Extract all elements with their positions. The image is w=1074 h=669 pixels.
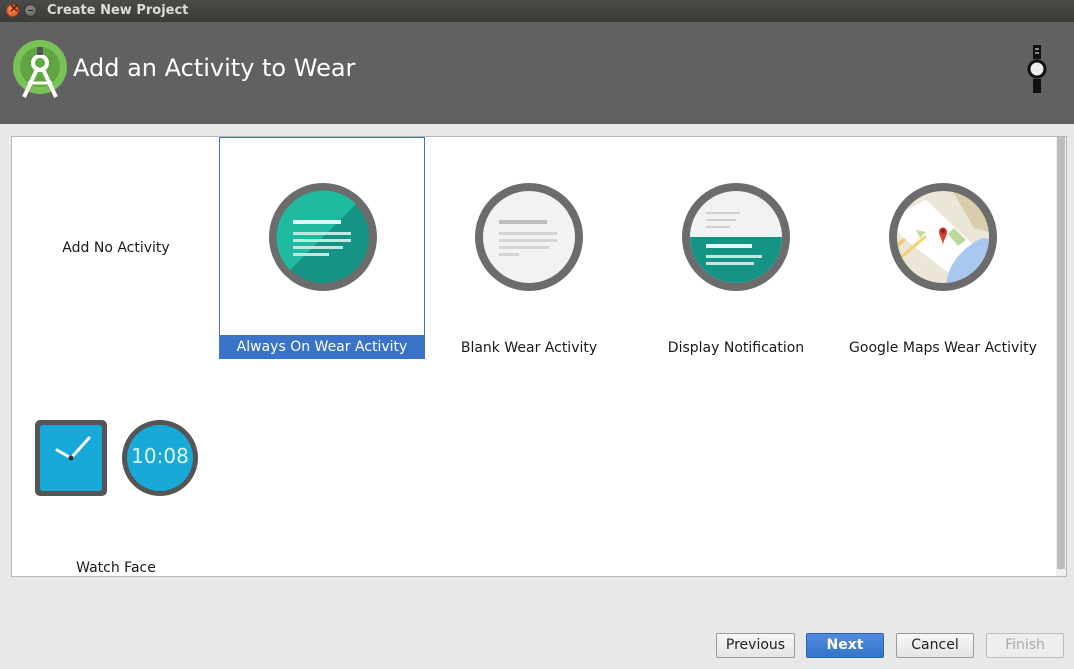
- window-close-button[interactable]: [6, 1, 19, 17]
- tile-label: Display Notification: [667, 340, 805, 356]
- page-title: Add an Activity to Wear: [73, 54, 356, 82]
- always-on-wear-thumbnail-icon: [269, 183, 377, 291]
- square-watch-face-icon: [35, 420, 107, 496]
- wear-watch-icon: [1027, 45, 1047, 93]
- tile-label: Add No Activity: [62, 240, 170, 256]
- tile-display-notification[interactable]: Display Notification: [633, 138, 839, 358]
- blank-wear-thumbnail-icon: [475, 183, 583, 291]
- tile-label: Watch Face: [76, 560, 156, 576]
- finish-button[interactable]: Finish: [986, 633, 1064, 658]
- scrollbar-thumb[interactable]: [1057, 137, 1065, 569]
- android-studio-logo-icon: [13, 40, 67, 98]
- google-maps-thumbnail-icon: [889, 183, 997, 291]
- wizard-header: Add an Activity to Wear: [0, 22, 1074, 124]
- tile-blank-wear-activity[interactable]: Blank Wear Activity: [426, 138, 632, 358]
- watch-face-time-text: 10:08: [131, 444, 189, 468]
- next-button[interactable]: Next: [806, 633, 884, 658]
- tile-add-no-activity[interactable]: Add No Activity: [13, 138, 219, 358]
- tile-watch-face[interactable]: 10:08 Watch Face: [13, 359, 219, 576]
- gallery-scrollbar[interactable]: [1056, 137, 1066, 576]
- cancel-button[interactable]: Cancel: [896, 633, 974, 658]
- tile-label: Google Maps Wear Activity: [849, 340, 1037, 356]
- tile-always-on-wear-activity[interactable]: Always On Wear Activity: [219, 137, 425, 359]
- window-title: Create New Project: [47, 3, 189, 18]
- tile-google-maps-wear-activity[interactable]: Google Maps Wear Activity: [840, 138, 1046, 358]
- window-title-bar: Create New Project: [0, 0, 1074, 22]
- previous-button[interactable]: Previous: [716, 633, 795, 658]
- window-minimize-button[interactable]: [24, 4, 37, 17]
- tile-label: Always On Wear Activity: [219, 335, 425, 359]
- tile-label: Blank Wear Activity: [460, 340, 598, 356]
- activity-gallery: Add No Activity Always On Wear Activity …: [11, 136, 1067, 577]
- display-notification-thumbnail-icon: [682, 183, 790, 291]
